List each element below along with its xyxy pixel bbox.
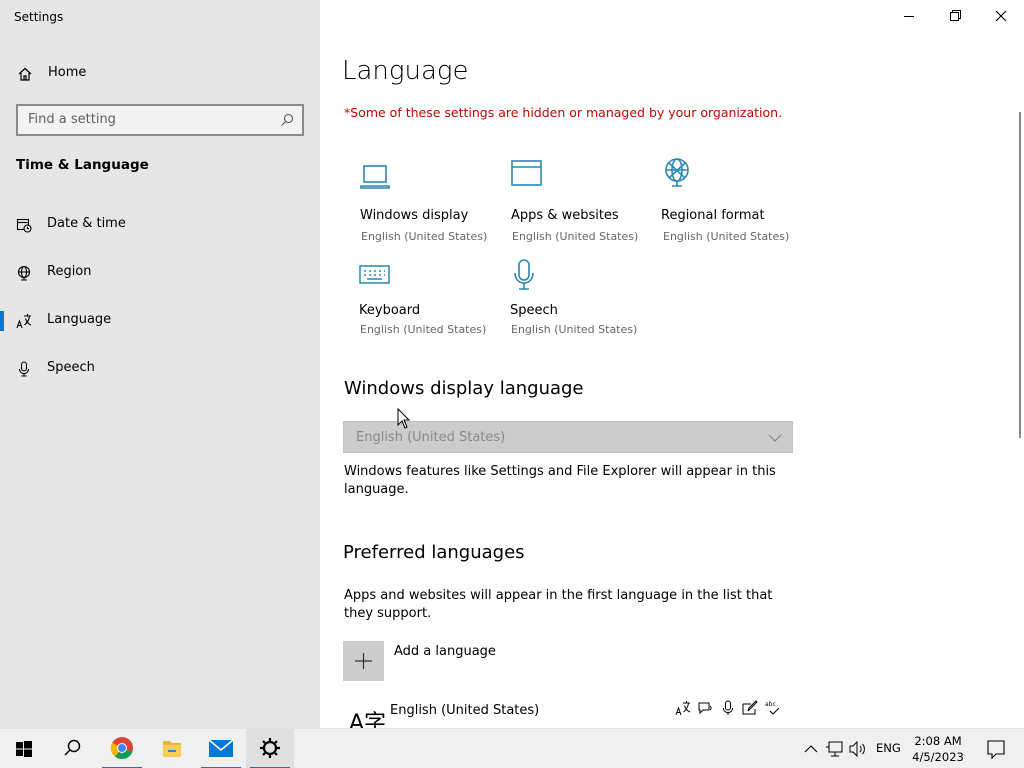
microphone-icon [514, 259, 534, 290]
taskbar-file-explorer[interactable] [148, 729, 196, 768]
input-language-label: ENG [876, 741, 901, 755]
tile-apps-websites[interactable]: Apps & websites English (United States) [511, 160, 651, 250]
sidebar: Settings Home Find a setting Time & Lang… [0, 0, 320, 728]
tile-sublabel: English (United States) [361, 230, 488, 243]
keyboard-icon [359, 265, 390, 284]
clock[interactable]: 2:08 AM 4/5/2023 [906, 733, 970, 765]
taskbar-chrome[interactable] [98, 729, 146, 768]
plus-icon [355, 653, 372, 669]
nav-home[interactable]: Home [0, 60, 320, 88]
tile-keyboard[interactable]: Keyboard English (United States) [359, 265, 499, 355]
input-language-button[interactable]: ENG [872, 729, 904, 768]
managed-warning: *Some of these settings are hidden or ma… [344, 105, 783, 120]
search-icon [64, 739, 81, 756]
section-title: Time & Language [16, 157, 149, 173]
handwriting-icon [742, 700, 758, 715]
tile-label: Windows display [360, 208, 469, 223]
language-list-item[interactable]: A字 English (United States) abc [343, 697, 788, 728]
scrollbar[interactable] [1019, 112, 1021, 438]
sidebar-item-region[interactable]: Region [0, 255, 320, 291]
add-language-box [343, 641, 384, 681]
language-glyph-icon: A字 [349, 711, 387, 728]
chevron-down-icon [768, 434, 782, 442]
speaker-icon [849, 740, 865, 758]
selection-indicator [0, 311, 4, 331]
tile-label: Speech [510, 303, 558, 318]
minimize-button[interactable] [886, 0, 932, 32]
tile-regional-format[interactable]: Regional format English (United States) [661, 157, 802, 247]
mouse-cursor-icon [397, 408, 411, 429]
taskbar-settings[interactable] [246, 729, 294, 768]
network-button[interactable] [824, 729, 846, 768]
clock-date: 4/5/2023 [912, 750, 964, 764]
file-explorer-icon [163, 741, 181, 757]
sidebar-item-label: Language [47, 312, 112, 327]
settings-icon [260, 738, 280, 758]
clock-time: 2:08 AM [914, 734, 962, 748]
preferred-languages-heading: Preferred languages [343, 542, 525, 563]
sidebar-item-speech[interactable]: Speech [0, 351, 320, 387]
nav-home-label: Home [48, 65, 87, 80]
microphone-icon [18, 361, 30, 377]
globe-icon [665, 158, 689, 187]
tile-speech[interactable]: Speech English (United States) [510, 259, 650, 349]
add-language-label: Add a language [394, 644, 496, 659]
page-title: Language [342, 56, 469, 86]
display-language-icon [675, 701, 691, 716]
sidebar-item-language[interactable]: Language [0, 303, 320, 339]
restore-button[interactable] [932, 0, 978, 32]
home-icon [18, 67, 32, 81]
tile-sublabel: English (United States) [663, 230, 790, 243]
taskbar: ENG 2:08 AM 4/5/2023 [0, 728, 1024, 768]
sidebar-item-label: Date & time [47, 216, 126, 231]
network-icon [826, 741, 843, 757]
volume-button[interactable] [847, 729, 869, 768]
preferred-languages-description: Apps and websites will appear in the fir… [344, 588, 773, 621]
search-input[interactable]: Find a setting [16, 104, 304, 136]
calendar-clock-icon [16, 218, 32, 233]
svg-text:abc: abc [765, 701, 776, 708]
spell-check-icon: abc [765, 701, 780, 715]
chrome-icon [110, 737, 133, 760]
search-icon [281, 113, 294, 126]
action-center-button[interactable] [976, 729, 1016, 768]
tile-sublabel: English (United States) [511, 323, 638, 336]
start-icon [16, 741, 32, 757]
mail-icon [208, 739, 234, 757]
start-button[interactable] [0, 729, 48, 768]
display-language-heading: Windows display language [344, 378, 584, 399]
taskbar-mail[interactable] [197, 729, 245, 768]
language-icon [16, 314, 32, 329]
text-to-speech-icon [698, 702, 712, 715]
sidebar-item-label: Speech [47, 360, 95, 375]
search-placeholder: Find a setting [28, 112, 116, 127]
tile-label: Keyboard [359, 303, 421, 318]
sidebar-item-date-time[interactable]: Date & time [0, 207, 320, 243]
tile-label: Apps & websites [511, 208, 619, 223]
display-language-description: Windows features like Settings and File … [344, 464, 776, 497]
tile-label: Regional format [661, 208, 765, 223]
show-hidden-icons-button[interactable] [800, 729, 822, 768]
language-name: English (United States) [390, 703, 540, 718]
close-icon [995, 10, 1007, 22]
window-icon [511, 160, 542, 186]
notification-icon [987, 740, 1005, 760]
taskbar-search-button[interactable] [48, 729, 96, 768]
add-language-button[interactable]: Add a language [343, 641, 643, 681]
restore-icon [950, 10, 961, 21]
sidebar-item-label: Region [47, 264, 92, 279]
tile-sublabel: English (United States) [360, 323, 487, 336]
close-button[interactable] [978, 0, 1024, 32]
tile-windows-display[interactable]: Windows display English (United States) [360, 164, 500, 254]
laptop-icon [360, 165, 390, 189]
chevron-up-icon [804, 745, 818, 753]
tile-sublabel: English (United States) [512, 230, 639, 243]
window-title: Settings [14, 10, 64, 24]
speech-recognition-icon [723, 700, 733, 715]
minimize-icon [904, 16, 914, 17]
globe-icon [17, 265, 31, 281]
display-language-value: English (United States) [356, 430, 506, 445]
